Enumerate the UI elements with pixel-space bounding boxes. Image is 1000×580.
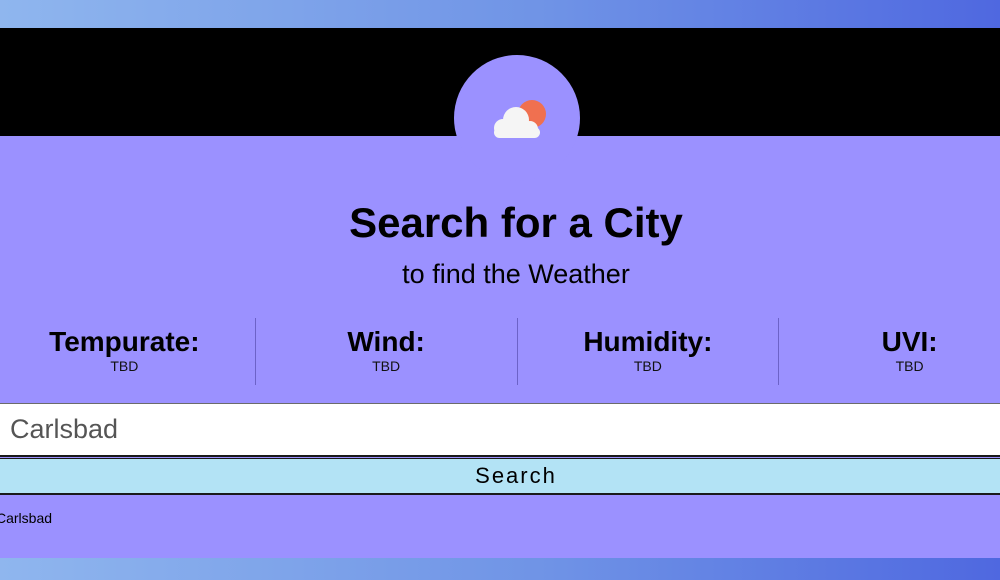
stat-label: Wind:: [347, 326, 425, 357]
cloud-sun-icon: [494, 100, 546, 138]
search-button[interactable]: Search: [0, 458, 1000, 495]
stat-uvi: UVI: TBD: [779, 318, 1000, 385]
weather-stats: Tempurate: TBD Wind: TBD Humidity: TBD U…: [0, 318, 1000, 385]
stat-label: UVI:: [881, 326, 938, 357]
search-history: Carlsbad: [0, 509, 52, 527]
city-search-input[interactable]: [0, 403, 1000, 457]
stat-label: Humidity:: [583, 326, 713, 357]
stat-value: TBD: [110, 358, 139, 374]
page-title: Search for a City: [349, 199, 683, 246]
stat-value: TBD: [895, 358, 924, 374]
stat-value: TBD: [633, 358, 662, 374]
stat-temperature: Tempurate: TBD: [0, 318, 256, 385]
stat-wind: Wind: TBD: [256, 318, 518, 385]
stat-value: TBD: [372, 358, 401, 374]
history-item[interactable]: Carlsbad: [0, 509, 52, 527]
page-subtitle: to find the Weather: [402, 259, 630, 289]
stat-humidity: Humidity: TBD: [518, 318, 780, 385]
stat-label: Tempurate:: [49, 326, 200, 357]
